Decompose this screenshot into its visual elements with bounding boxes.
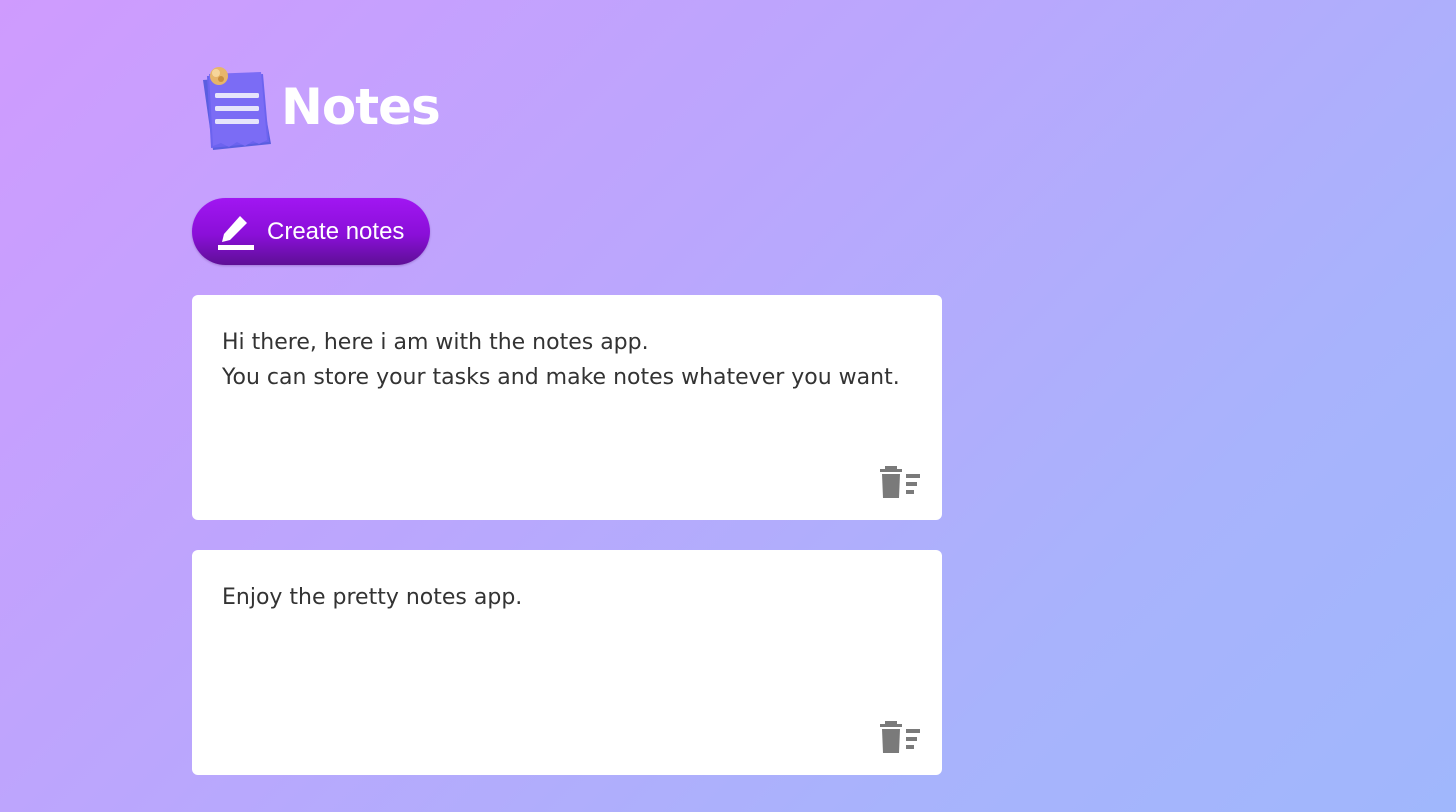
- trash-list-icon: [880, 721, 920, 753]
- delete-note-button[interactable]: [880, 721, 922, 753]
- note-text-input[interactable]: Enjoy the pretty notes app.: [222, 580, 912, 615]
- create-notes-button[interactable]: Create notes: [192, 198, 430, 265]
- note-card: Hi there, here i am with the notes app. …: [192, 295, 942, 520]
- note-card: Enjoy the pretty notes app.: [192, 550, 942, 775]
- delete-note-button[interactable]: [880, 466, 922, 498]
- notepad-pin-icon: [197, 62, 277, 154]
- pencil-edit-icon: [218, 213, 254, 251]
- app-header: Notes: [197, 62, 441, 154]
- page-title: Notes: [281, 78, 441, 136]
- create-notes-label: Create notes: [267, 217, 405, 245]
- trash-list-icon: [880, 466, 920, 498]
- note-text-input[interactable]: Hi there, here i am with the notes app. …: [222, 325, 912, 395]
